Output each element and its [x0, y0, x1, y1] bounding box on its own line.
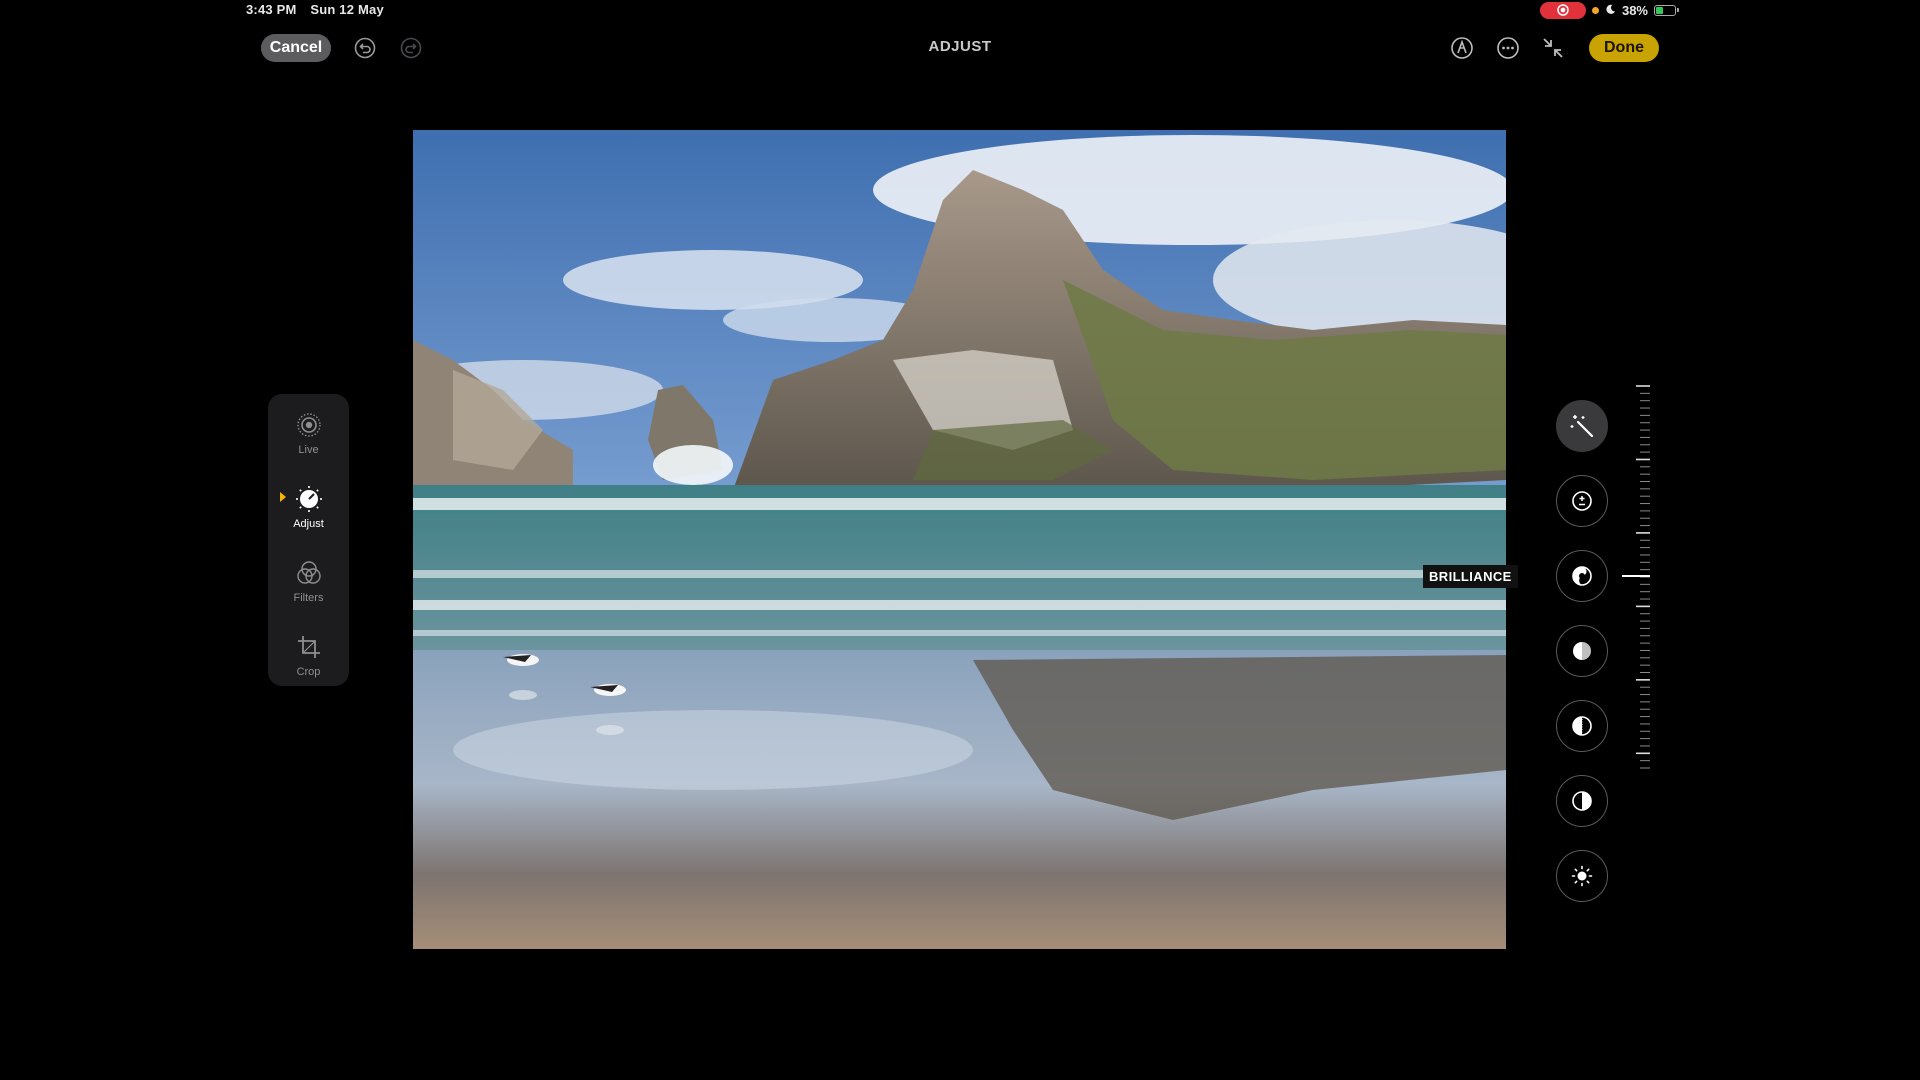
done-button[interactable]: Done: [1589, 34, 1659, 62]
filters-icon: [294, 558, 324, 588]
selected-tool-label: BRILLIANCE: [1423, 565, 1518, 588]
sidebar-item-label: Crop: [296, 666, 321, 678]
markup-icon[interactable]: [1448, 34, 1476, 62]
tool-exposure[interactable]: [1556, 475, 1608, 527]
brilliance-icon: [1572, 566, 1592, 586]
status-date: Sun 12 May: [310, 2, 384, 17]
tool-shadows[interactable]: [1556, 700, 1608, 752]
battery-icon: [1654, 4, 1679, 16]
tool-highlights[interactable]: [1556, 625, 1608, 677]
tool-auto-enhance[interactable]: [1556, 400, 1608, 452]
exposure-icon: [1572, 491, 1592, 511]
tool-contrast[interactable]: [1556, 775, 1608, 827]
sidebar-item-label: Filters: [293, 592, 324, 604]
sidebar-item-live[interactable]: Live: [268, 398, 349, 462]
brightness-icon: [1571, 865, 1593, 887]
tool-brilliance[interactable]: [1556, 550, 1608, 602]
status-bar-left: 3:43 PM Sun 12 May: [246, 2, 394, 17]
more-options-icon[interactable]: [1494, 34, 1522, 62]
adjustment-slider[interactable]: [1622, 384, 1652, 770]
sidebar-item-crop[interactable]: Crop: [268, 620, 349, 684]
status-time: 3:43 PM: [246, 2, 297, 17]
highlights-icon: [1573, 642, 1591, 660]
sidebar-item-filters[interactable]: Filters: [268, 546, 349, 610]
live-photo-icon: [294, 410, 324, 440]
adjust-dial-icon: [294, 484, 324, 514]
shadows-icon: [1572, 716, 1592, 736]
sidebar-item-adjust[interactable]: Adjust: [268, 472, 349, 536]
battery-percent: 38%: [1621, 2, 1648, 18]
tool-brightness[interactable]: [1556, 850, 1608, 902]
edit-mode-sidebar: Live Adjust Filters Crop: [268, 394, 349, 686]
contrast-icon: [1572, 791, 1592, 811]
moon-icon: [1605, 3, 1616, 18]
photo-preview[interactable]: [413, 130, 1506, 949]
sidebar-item-label: Adjust: [293, 518, 324, 530]
status-bar-right: 38%: [1539, 0, 1679, 20]
beach-photo-image: [413, 130, 1506, 949]
microphone-indicator-icon: [1591, 6, 1599, 14]
screen-recording-icon: [1539, 1, 1586, 19]
auto-enhance-wand-icon: [1570, 415, 1594, 438]
crop-icon: [294, 632, 324, 662]
collapse-arrows-icon[interactable]: [1539, 34, 1567, 62]
sidebar-item-label: Live: [298, 444, 319, 456]
